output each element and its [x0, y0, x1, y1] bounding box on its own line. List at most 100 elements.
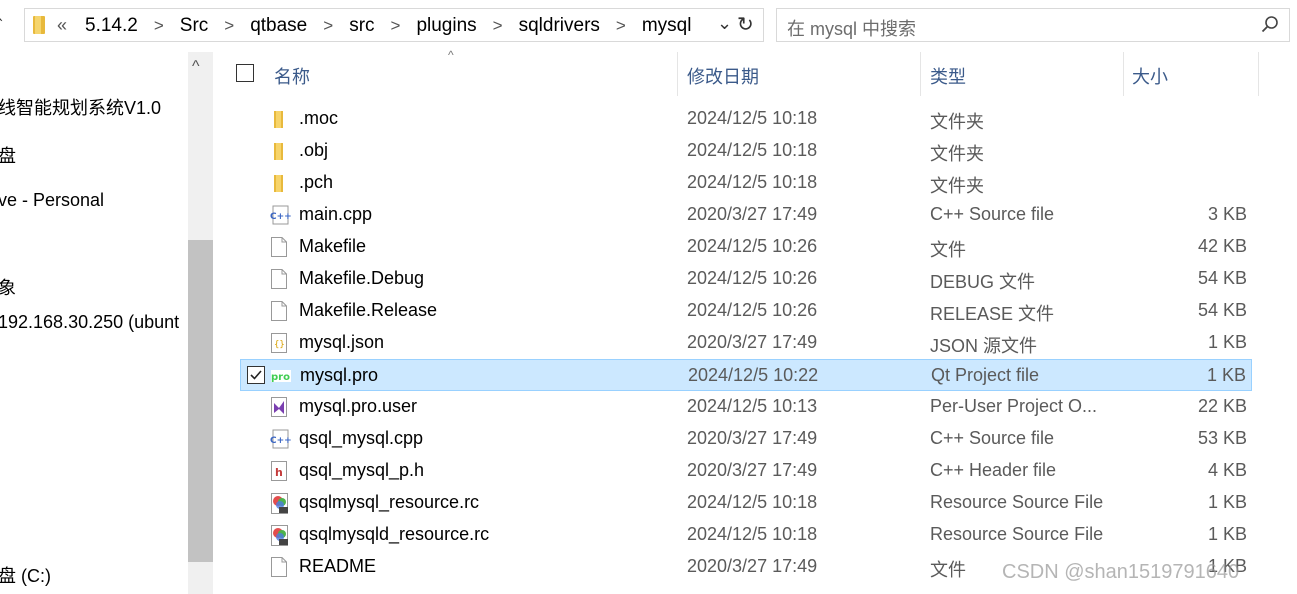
address-bar[interactable]: « 5.14.2 > Src > qtbase > src > plugins > sqldrive…	[24, 8, 764, 42]
chevron-right-icon[interactable]: >	[379, 16, 413, 36]
file-date: 2024/12/5 10:26	[687, 268, 818, 288]
file-row[interactable]: .moc 2024/12/5 10:18 文件夹	[240, 103, 1252, 135]
breadcrumb: 5.14.2 > Src > qtbase > src > plugins > sqldrivers…	[81, 15, 695, 37]
sidebar-item-project[interactable]: 线智能规划系统V1.0	[0, 94, 161, 120]
folder-icon	[270, 173, 288, 193]
file-type: Resource Source File	[930, 524, 1104, 544]
search-icon[interactable]	[1261, 15, 1279, 33]
file-row[interactable]: h qsql_mysql_p.h 2020/3/27 17:49 C++ Header…	[240, 455, 1252, 487]
chevron-down-icon[interactable]: ⌄	[717, 13, 732, 34]
file-row[interactable]: qsqlmysqld_resource.rc 2024/12/5 10:18 Res…	[240, 519, 1252, 551]
breadcrumb-item[interactable]: Src	[176, 15, 213, 37]
select-all-checkbox[interactable]	[236, 64, 254, 82]
file-row[interactable]: .pch 2024/12/5 10:18 文件夹	[240, 167, 1252, 199]
svg-text:C++: C++	[270, 212, 292, 222]
file-date: 2020/3/27 17:49	[687, 460, 818, 480]
breadcrumb-item[interactable]: qtbase	[246, 15, 311, 37]
chevron-right-icon[interactable]: >	[212, 16, 246, 36]
folder-icon	[33, 16, 45, 34]
search-input[interactable]: 在 mysql 中搜索	[787, 15, 916, 41]
file-name: .obj	[299, 140, 329, 160]
chevron-right-icon[interactable]: >	[481, 16, 515, 36]
blank-file-icon	[270, 269, 288, 289]
column-type[interactable]: 类型	[930, 63, 966, 89]
file-row[interactable]: qsqlmysql_resource.rc 2024/12/5 10:18 Reso…	[240, 487, 1252, 519]
chevron-right-icon[interactable]: >	[142, 16, 176, 36]
breadcrumb-item[interactable]: src	[345, 15, 378, 37]
file-date: 2024/12/5 10:13	[687, 396, 818, 416]
file-name: Makefile.Debug	[299, 268, 425, 288]
sidebar-item-disk[interactable]: 盘	[0, 142, 16, 168]
file-row[interactable]: mysql.pro.user 2024/12/5 10:13 Per-User Pr…	[240, 391, 1252, 423]
file-row[interactable]: Makefile.Debug 2024/12/5 10:26 DEBUG 文件 54 …	[240, 263, 1252, 295]
file-name: README	[299, 556, 377, 576]
refresh-icon[interactable]: ↻	[737, 12, 754, 37]
sidebar-item-network[interactable]: 192.168.30.250 (ubunt	[0, 312, 179, 333]
breadcrumb-item[interactable]: sqldrivers	[515, 15, 604, 37]
sidebar-item-drive-c[interactable]: 盘 (C:)	[0, 562, 51, 588]
file-size: 53 KB	[1197, 428, 1247, 448]
sidebar-item-onedrive[interactable]: ve - Personal	[0, 190, 104, 211]
address-overflow[interactable]: «	[57, 15, 67, 36]
file-name: mysql.json	[299, 332, 385, 352]
file-row[interactable]: Makefile.Release 2024/12/5 10:26 RELEASE 文…	[240, 295, 1252, 327]
blank-file-icon	[270, 301, 288, 321]
file-row[interactable]: pro mysql.pro 2024/12/5 10:22 Qt Project fi…	[240, 359, 1252, 391]
file-size: 42 KB	[1197, 236, 1247, 256]
watermark: CSDN @shan1519791640	[1002, 561, 1240, 583]
file-row[interactable]: {} mysql.json 2020/3/27 17:49 JSON 源文件 1 KB	[240, 327, 1252, 359]
visual-studio-file-icon	[270, 397, 288, 417]
blank-file-icon	[270, 237, 288, 257]
file-type: RELEASE 文件	[930, 304, 1055, 324]
file-name: mysql.pro	[300, 365, 379, 385]
blank-file-icon	[270, 557, 288, 577]
file-row[interactable]: C++ qsql_mysql.cpp 2020/3/27 17:49 C++ Sour…	[240, 423, 1252, 455]
file-date: 2020/3/27 17:49	[687, 428, 818, 448]
file-name: .pch	[299, 172, 334, 192]
file-name: qsql_mysql_p.h	[299, 460, 425, 480]
file-type: 文件	[930, 560, 966, 580]
file-date: 2024/12/5 10:18	[687, 172, 818, 192]
file-size: 3 KB	[1207, 204, 1247, 224]
file-date: 2024/12/5 10:18	[687, 524, 818, 544]
file-name: .moc	[299, 108, 339, 128]
column-divider[interactable]	[1258, 52, 1259, 96]
file-date: 2020/3/27 17:49	[687, 204, 818, 224]
column-name[interactable]: 名称	[274, 63, 310, 89]
file-date: 2020/3/27 17:49	[687, 556, 818, 576]
file-size: 1 KB	[1207, 524, 1247, 544]
sort-ascending-icon: ^	[448, 48, 454, 62]
file-name: qsql_mysql.cpp	[299, 428, 424, 448]
file-row[interactable]: .obj 2024/12/5 10:18 文件夹	[240, 135, 1252, 167]
file-type: JSON 源文件	[930, 336, 1038, 356]
file-type: DEBUG 文件	[930, 272, 1036, 292]
sidebar-item-objects[interactable]: 象	[0, 274, 16, 300]
file-size: 1 KB	[1207, 492, 1247, 512]
column-header: ^ 名称 修改日期 类型 大小	[216, 48, 1297, 96]
chevron-right-icon[interactable]: >	[311, 16, 345, 36]
scrollbar-thumb[interactable]	[188, 240, 213, 562]
svg-text:h: h	[275, 466, 283, 479]
breadcrumb-item[interactable]: 5.14.2	[81, 15, 142, 37]
chevron-right-icon[interactable]: >	[604, 16, 638, 36]
rc-file-icon	[270, 493, 288, 514]
column-divider[interactable]	[1123, 52, 1124, 96]
column-divider[interactable]	[677, 52, 678, 96]
folder-icon	[270, 141, 288, 161]
search-box[interactable]: 在 mysql 中搜索	[776, 8, 1290, 42]
file-row[interactable]: Makefile 2024/12/5 10:26 文件 42 KB	[240, 231, 1252, 263]
row-checkbox[interactable]	[247, 366, 265, 384]
file-type: 文件夹	[930, 176, 984, 196]
file-date: 2024/12/5 10:22	[688, 365, 819, 385]
breadcrumb-item[interactable]: plugins	[412, 15, 480, 37]
up-arrow-icon[interactable]: ↑	[0, 10, 5, 36]
cpp-file-icon: C++	[270, 205, 292, 225]
column-divider[interactable]	[920, 52, 921, 96]
file-row[interactable]: C++ main.cpp 2020/3/27 17:49 C++ Source fil…	[240, 199, 1252, 231]
qt-pro-file-icon: pro	[271, 366, 291, 386]
scroll-up-icon[interactable]: ^	[192, 58, 200, 76]
column-date[interactable]: 修改日期	[687, 63, 759, 89]
column-size[interactable]: 大小	[1132, 63, 1168, 89]
breadcrumb-item[interactable]: mysql	[638, 15, 696, 37]
file-date: 2024/12/5 10:26	[687, 236, 818, 256]
